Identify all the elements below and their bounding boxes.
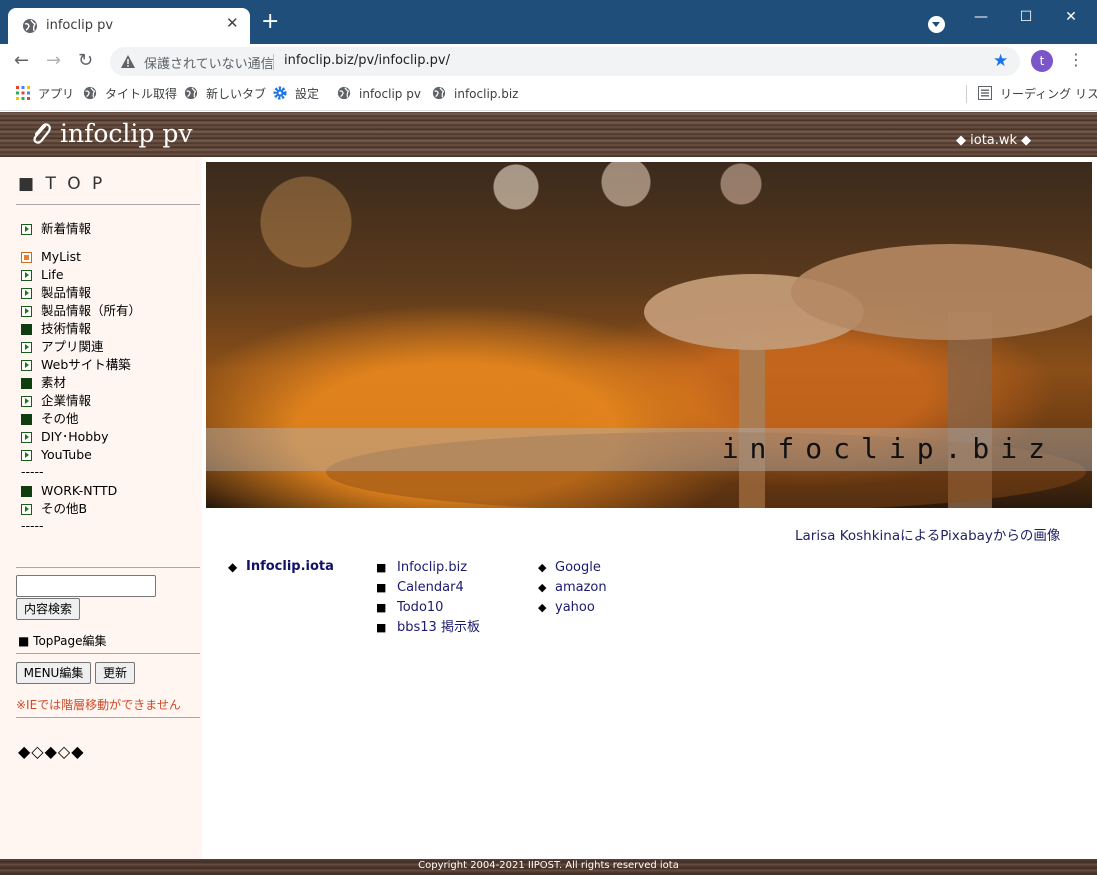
play-icon <box>21 306 32 317</box>
square-bullet-icon: ■ <box>376 621 387 634</box>
image-credit[interactable]: Larisa KoshkinaによるPixabayからの画像 <box>795 524 1060 544</box>
sidebar-divider <box>16 204 200 205</box>
paperclip-icon <box>30 121 52 149</box>
new-tab-button[interactable]: + <box>261 11 279 33</box>
sidebar-separator: ----- <box>21 518 44 533</box>
menu-edit-button[interactable]: MENU編集 <box>16 662 91 684</box>
play-icon <box>21 360 32 371</box>
diamond-bullet-icon: ◆ <box>538 561 547 574</box>
warning-icon[interactable] <box>120 54 136 73</box>
globe-icon <box>337 86 351 104</box>
diamond-icon: ◆ <box>228 560 238 574</box>
browser-toolbar: ← → ↻ 保護されていない通信 infoclip.biz/pv/infocli… <box>0 44 1097 78</box>
address-divider <box>273 54 274 70</box>
globe-icon <box>83 86 97 104</box>
square-icon <box>21 252 32 263</box>
square-bullet-icon: ■ <box>376 561 387 574</box>
site-footer: Copyright 2004-2021 IIPOST. All rights r… <box>0 859 1097 875</box>
infoclip-iota-link[interactable]: Infoclip.iota <box>246 559 334 574</box>
sidebar-separator: ----- <box>21 464 44 479</box>
sidebar-divider <box>16 717 200 718</box>
address-bar[interactable]: 保護されていない通信 infoclip.biz/pv/infoclip.pv/ … <box>110 47 1020 76</box>
chevron-down-icon[interactable] <box>928 16 945 33</box>
square-icon <box>21 486 32 497</box>
diamond-bullet-icon: ◆ <box>538 601 547 614</box>
bookmarks-divider <box>966 85 967 103</box>
close-window-button[interactable]: ✕ <box>1048 6 1094 28</box>
apps-grid-icon <box>16 86 30 104</box>
diamond-decoration: ◆◇◆◇◆ <box>18 742 85 761</box>
square-icon <box>21 324 32 335</box>
play-icon <box>21 270 32 281</box>
copyright-text: Copyright 2004-2021 IIPOST. All rights r… <box>418 860 679 871</box>
play-icon <box>21 504 32 515</box>
reload-button[interactable]: ↻ <box>78 52 93 70</box>
reading-list-icon <box>978 86 992 104</box>
minimize-button[interactable]: — <box>958 6 1004 28</box>
profile-avatar[interactable]: t <box>1031 50 1053 72</box>
toppage-edit-link[interactable]: ■ TopPage編集 <box>18 632 106 649</box>
back-button[interactable]: ← <box>14 52 29 70</box>
play-icon <box>21 450 32 461</box>
diamond-bullet-icon: ◆ <box>538 581 547 594</box>
site-header: infoclip pv ◆ iota.wk ◆ <box>0 112 1097 157</box>
sidebar-divider <box>16 653 200 654</box>
tab-close-icon[interactable]: ✕ <box>226 14 239 32</box>
bookmarks-bar: アプリ タイトル取得 新しいタブ 設定 infoclip pv infoclip… <box>0 78 1097 111</box>
star-icon[interactable]: ★ <box>993 51 1008 71</box>
square-bullet-icon: ■ <box>376 601 387 614</box>
gear-icon <box>273 86 287 104</box>
hero-caption: infoclip.biz <box>721 432 1056 465</box>
sidebar: ■ T O P 新着情報 MyList Life 製品情報 製品情報（所有） 技… <box>0 157 202 859</box>
content-search-button[interactable]: 内容検索 <box>16 598 80 620</box>
play-icon <box>21 342 32 353</box>
browser-tab[interactable]: infoclip pv ✕ <box>8 8 250 44</box>
site-title[interactable]: infoclip pv <box>60 119 192 148</box>
square-bullet-icon: ■ <box>376 581 387 594</box>
play-icon <box>21 288 32 299</box>
security-status-text[interactable]: 保護されていない通信 <box>144 53 274 72</box>
square-icon <box>21 378 32 389</box>
sidebar-divider <box>16 567 200 568</box>
sidebar-top-heading[interactable]: ■ T O P <box>18 174 105 194</box>
hero-image: infoclip.biz <box>206 162 1092 508</box>
browser-titlebar: infoclip pv ✕ + — ☐ ✕ <box>0 0 1097 44</box>
refresh-button[interactable]: 更新 <box>95 662 135 684</box>
tab-title: infoclip pv <box>46 18 114 33</box>
maximize-button[interactable]: ☐ <box>1003 6 1049 28</box>
ie-warning-note: ※IEでは階層移動ができません <box>16 698 181 712</box>
search-input[interactable] <box>16 575 156 597</box>
play-icon <box>21 224 32 235</box>
play-icon <box>21 396 32 407</box>
globe-icon <box>184 86 198 104</box>
play-icon <box>21 432 32 443</box>
globe-icon <box>432 86 446 104</box>
globe-icon <box>22 18 38 38</box>
square-icon <box>21 414 32 425</box>
more-menu-icon[interactable]: ⋮ <box>1068 52 1084 68</box>
url-text[interactable]: infoclip.biz/pv/infoclip.pv/ <box>284 53 450 68</box>
iota-wk-link[interactable]: ◆ iota.wk ◆ <box>956 133 1031 148</box>
forward-button[interactable]: → <box>46 52 61 70</box>
